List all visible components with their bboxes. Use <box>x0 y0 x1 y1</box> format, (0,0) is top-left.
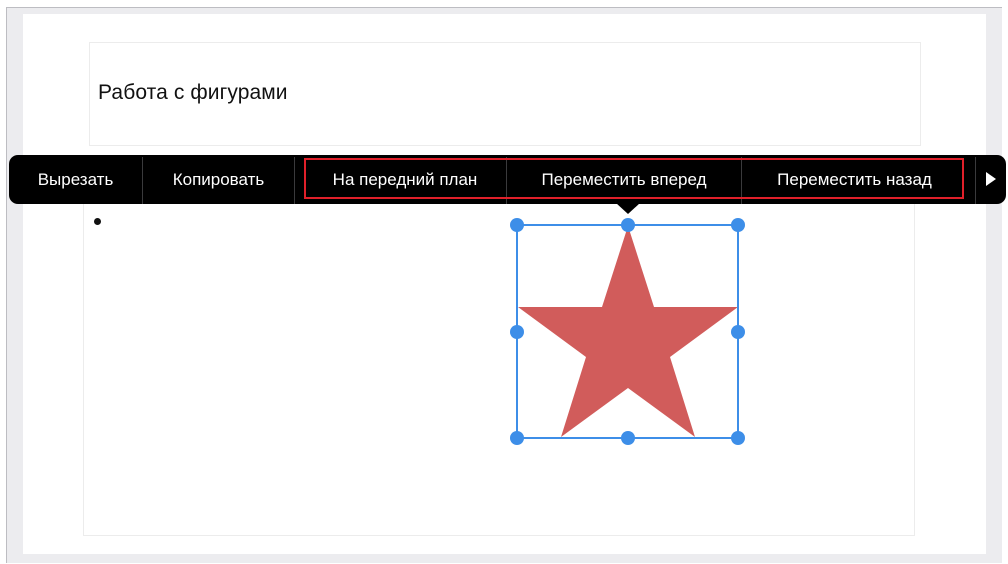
resize-handle-bottom[interactable] <box>621 431 635 445</box>
resize-handle-right[interactable] <box>731 325 745 339</box>
more-options-icon[interactable] <box>975 155 1006 204</box>
resize-handle-left[interactable] <box>510 325 524 339</box>
resize-handle-bottom-left[interactable] <box>510 431 524 445</box>
bullet-icon <box>94 218 101 225</box>
resize-handle-top[interactable] <box>621 218 635 232</box>
send-backward-menu-item[interactable]: Переместить назад <box>742 155 967 204</box>
resize-handle-top-left[interactable] <box>510 218 524 232</box>
slide-title: Работа с фигурами <box>98 81 288 104</box>
content-placeholder[interactable] <box>83 180 915 536</box>
context-menu-pointer <box>616 203 640 214</box>
context-menu: Вырезать Копировать На передний план Пер… <box>9 155 1006 204</box>
resize-handle-top-right[interactable] <box>731 218 745 232</box>
cut-menu-item[interactable]: Вырезать <box>9 155 142 204</box>
menu-divider <box>294 157 295 204</box>
resize-handle-bottom-right[interactable] <box>731 431 745 445</box>
bring-forward-menu-item[interactable]: Переместить вперед <box>507 155 741 204</box>
bring-to-front-menu-item[interactable]: На передний план <box>304 155 506 204</box>
copy-menu-item[interactable]: Копировать <box>143 155 294 204</box>
